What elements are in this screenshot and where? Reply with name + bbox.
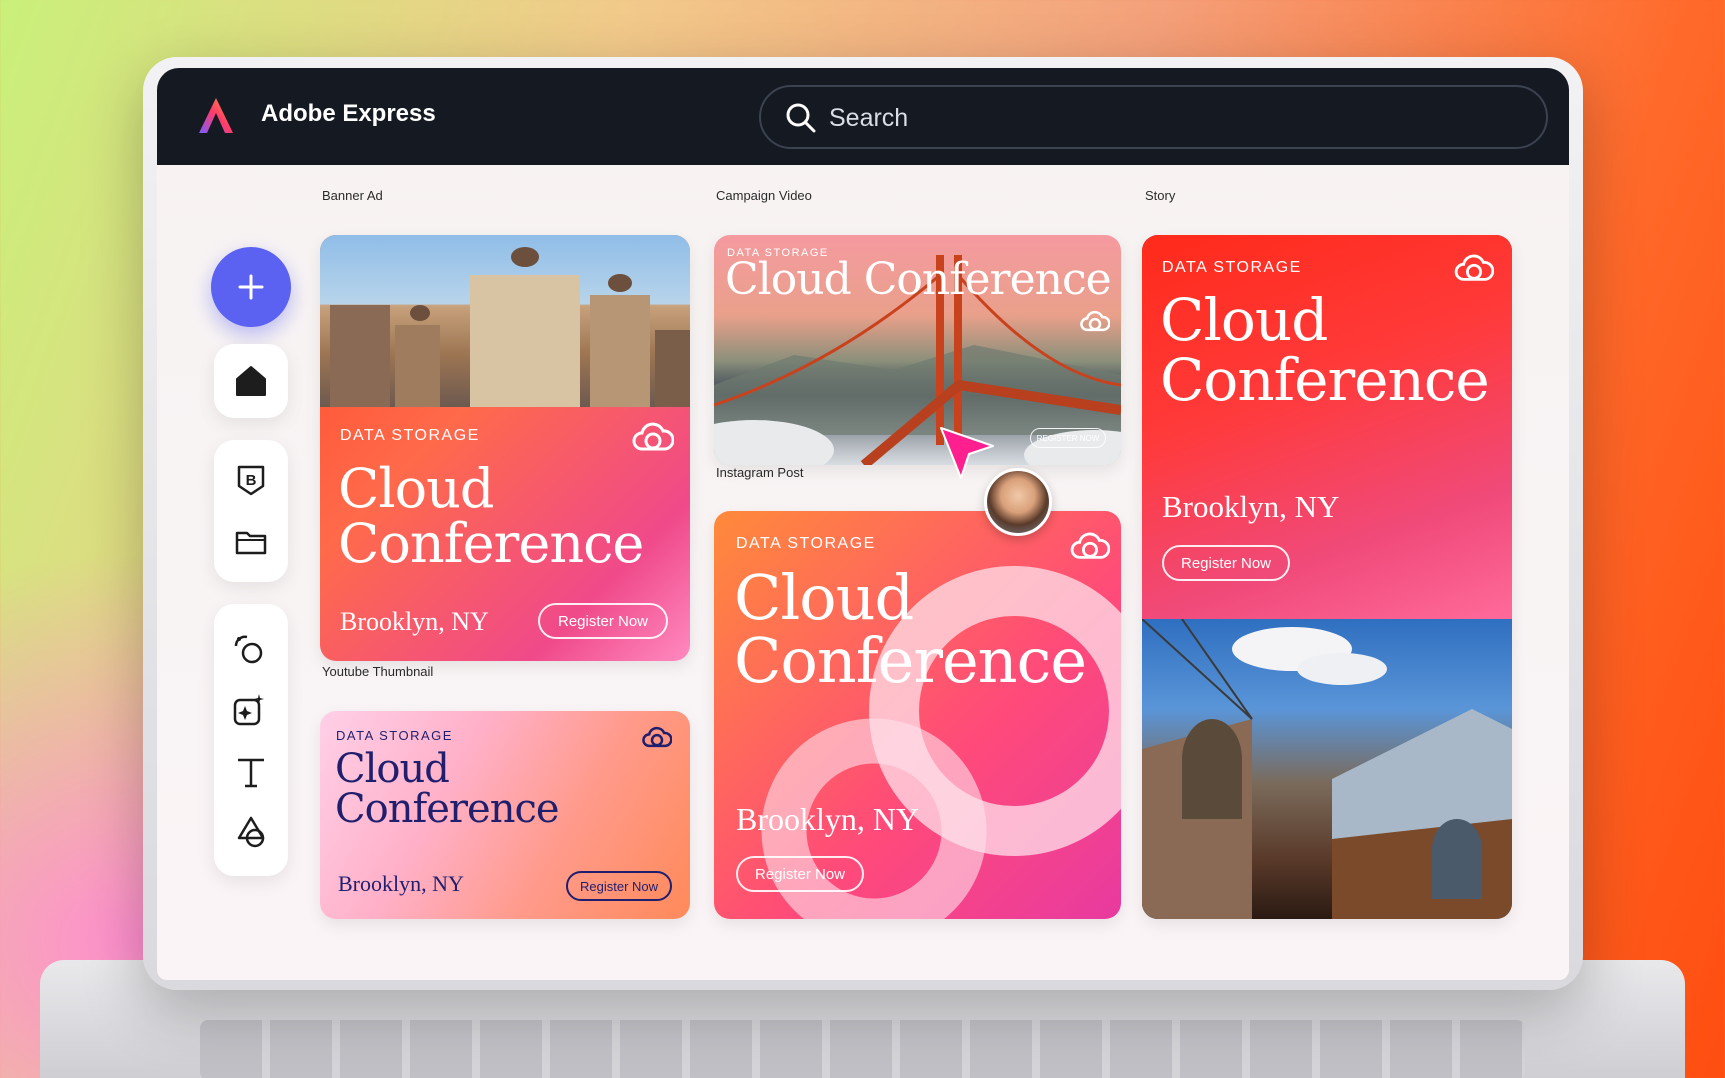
location-text: Brooklyn, NY [340, 607, 489, 636]
headline-text: Cloud Conference [725, 254, 1112, 305]
eyebrow-text: DATA STORAGE [736, 535, 876, 552]
campaign-video-card[interactable]: DATA STORAGE Cloud Conference REGISTER N… [714, 235, 1121, 465]
register-now-button[interactable]: Register Now [538, 603, 668, 639]
register-now-button[interactable]: REGISTER NOW [1030, 428, 1106, 448]
create-button[interactable] [211, 247, 291, 327]
section-label-youtube-thumbnail: Youtube Thumbnail [322, 664, 434, 679]
headline-line2: Conference [734, 624, 1087, 697]
svg-text:B: B [246, 472, 257, 489]
story-card[interactable]: DATA STORAGE Cloud Conference Brooklyn, … [1142, 235, 1512, 919]
plus-icon [238, 274, 264, 300]
section-label-campaign-video: Campaign Video [716, 188, 812, 203]
section-label-instagram-post: Instagram Post [716, 465, 804, 480]
eyebrow-text: DATA STORAGE [340, 427, 480, 444]
register-now-button[interactable]: Register Now [566, 871, 672, 901]
search-icon [786, 103, 816, 133]
shapes-icon[interactable] [233, 814, 269, 850]
cloud-logo-icon [1454, 254, 1494, 281]
banner-ad-card[interactable]: DATA STORAGE Cloud Conference Brooklyn, … [320, 235, 690, 661]
magic-edit-icon[interactable] [231, 692, 267, 728]
headline-line1: Cloud [338, 457, 494, 520]
headline-line1: Cloud [734, 561, 914, 634]
instagram-post-card[interactable]: DATA STORAGE Cloud Conference Brooklyn, … [714, 511, 1121, 919]
sidebar-item-home[interactable] [214, 344, 288, 418]
cloud-logo-icon [632, 422, 674, 451]
collaborator-avatar[interactable] [984, 468, 1052, 536]
pointer-cursor-icon [940, 427, 994, 479]
brand-icon[interactable]: B [233, 462, 269, 498]
cloud-logo-icon [642, 726, 672, 748]
cloud-logo-icon [1070, 532, 1110, 559]
eyebrow-text: DATA STORAGE [1162, 259, 1302, 276]
sidebar-group-brand-files: B [214, 440, 288, 582]
youtube-thumbnail-card[interactable]: DATA STORAGE Cloud Conference Brooklyn, … [320, 711, 690, 919]
generate-icon[interactable] [231, 632, 267, 668]
register-now-button[interactable]: Register Now [1162, 545, 1290, 581]
register-now-button[interactable]: Register Now [736, 856, 864, 892]
headline-line1: Cloud [335, 746, 450, 792]
text-icon[interactable] [233, 754, 269, 790]
home-icon [236, 366, 266, 396]
app-window: Adobe Express Search B Banner Ad Campaig… [157, 68, 1569, 980]
search-bar[interactable]: Search [759, 85, 1548, 149]
bridge-illustration [1142, 619, 1512, 919]
eyebrow-text: DATA STORAGE [336, 728, 453, 743]
headline-line2: Conference [1160, 346, 1490, 414]
search-placeholder: Search [829, 104, 909, 132]
city-buildings-illustration [330, 247, 690, 407]
top-bar: Adobe Express Search [157, 68, 1569, 165]
cloud-logo-icon [1080, 310, 1110, 332]
adobe-express-logo-icon[interactable] [195, 95, 237, 137]
folder-icon[interactable] [233, 524, 269, 560]
headline-line1: Cloud [1160, 286, 1328, 354]
headline-line2: Conference [335, 786, 560, 832]
sidebar-group-tools [214, 604, 288, 876]
headline-line2: Conference [338, 512, 644, 575]
app-title: Adobe Express [261, 100, 436, 127]
location-text: Brooklyn, NY [1162, 489, 1340, 524]
location-text: Brooklyn, NY [736, 801, 920, 837]
laptop-keyboard [200, 1020, 1525, 1078]
section-label-story: Story [1145, 188, 1176, 203]
location-text: Brooklyn, NY [338, 871, 464, 896]
section-label-banner-ad: Banner Ad [322, 188, 383, 203]
